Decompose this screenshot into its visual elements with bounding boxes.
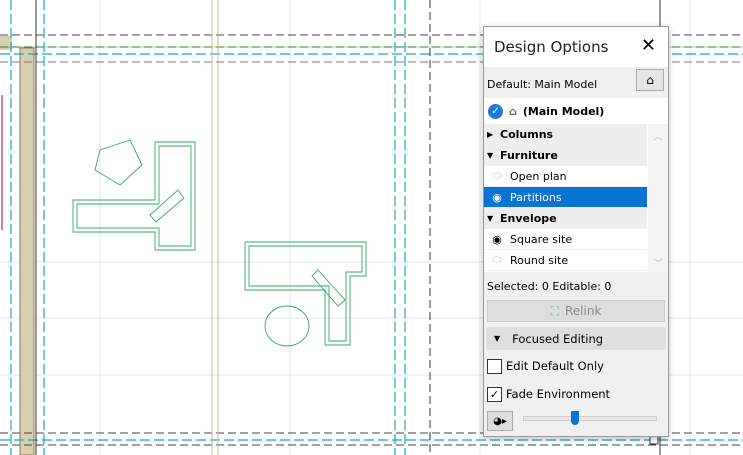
relink-icon: ⛶ — [550, 303, 559, 318]
option-open-plan[interactable]: ⬭ Open plan — [484, 166, 647, 187]
checkbox-checked[interactable]: ✓ — [487, 386, 502, 402]
scroll-down-icon[interactable]: ﹀ — [648, 255, 668, 270]
edit-default-only-checkbox[interactable]: Edit Default Only — [484, 352, 668, 380]
eye-icon[interactable]: ◉ — [489, 191, 505, 204]
eye-hidden-icon[interactable]: ⬭ — [489, 169, 505, 183]
fade-environment-checkbox[interactable]: ✓ Fade Environment — [484, 380, 668, 408]
list-scrollbar[interactable]: ︿ ﹀ — [648, 124, 668, 272]
option-label: Partitions — [510, 190, 562, 204]
eye-hidden-icon[interactable]: ⬭ — [489, 253, 505, 267]
focused-editing-header[interactable]: ▼ Focused Editing — [486, 327, 666, 350]
checkmark-icon: ✓ — [488, 103, 503, 119]
selection-status: Selected: 0 Editable: 0 — [487, 279, 612, 293]
group-envelope[interactable]: ▼ Envelope — [484, 208, 647, 229]
collapse-icon: ▼ — [487, 213, 494, 223]
option-label: Open plan — [510, 169, 567, 183]
options-list: ▶ Columns ▼ Furniture ⬭ Open plan ◉ Partitio… — [484, 124, 668, 272]
fade-color-button[interactable]: ◕▸ — [487, 411, 513, 431]
slider-thumb[interactable] — [571, 411, 580, 425]
expand-icon: ▶ — [487, 129, 494, 139]
collapse-icon: ▼ — [494, 334, 501, 343]
close-icon[interactable]: ✕ — [641, 35, 656, 56]
eye-icon[interactable]: ◉ — [489, 233, 505, 246]
scroll-up-icon[interactable]: ︿ — [648, 128, 668, 143]
model-settings-icon: ⌂ — [646, 73, 654, 87]
main-model-label: (Main Model) — [522, 104, 605, 118]
option-partitions[interactable]: ◉ Partitions — [484, 187, 647, 208]
checkbox-unchecked[interactable] — [487, 358, 502, 374]
checkbox-label: Fade Environment — [506, 387, 611, 401]
relink-button[interactable]: ⛶ Relink — [487, 300, 665, 322]
fade-slider[interactable] — [523, 411, 657, 431]
option-label: Square site — [510, 232, 573, 246]
group-columns[interactable]: ▶ Columns — [484, 124, 647, 145]
design-options-panel: Design Options ✕ Default: Main Model ⌂ ✓… — [483, 26, 669, 437]
color-pie-icon: ◕▸ — [493, 415, 507, 427]
house-icon: ⌂ — [509, 104, 517, 118]
group-label: Columns — [500, 127, 554, 141]
group-label: Furniture — [500, 148, 558, 162]
checkbox-label: Edit Default Only — [506, 359, 604, 373]
group-furniture[interactable]: ▼ Furniture — [484, 145, 647, 166]
option-square-site[interactable]: ◉ Square site — [484, 229, 647, 250]
option-label: Round site — [510, 253, 569, 267]
relink-label: Relink — [565, 304, 602, 318]
slider-track — [523, 416, 657, 421]
group-label: Envelope — [500, 211, 557, 225]
set-default-button[interactable]: ⌂ — [636, 69, 664, 91]
collapse-icon: ▼ — [487, 150, 494, 160]
focused-editing-label: Focused Editing — [512, 331, 604, 346]
option-round-site[interactable]: ⬭ Round site — [484, 250, 647, 271]
main-model-row[interactable]: ✓ ⌂ (Main Model) — [484, 98, 668, 124]
